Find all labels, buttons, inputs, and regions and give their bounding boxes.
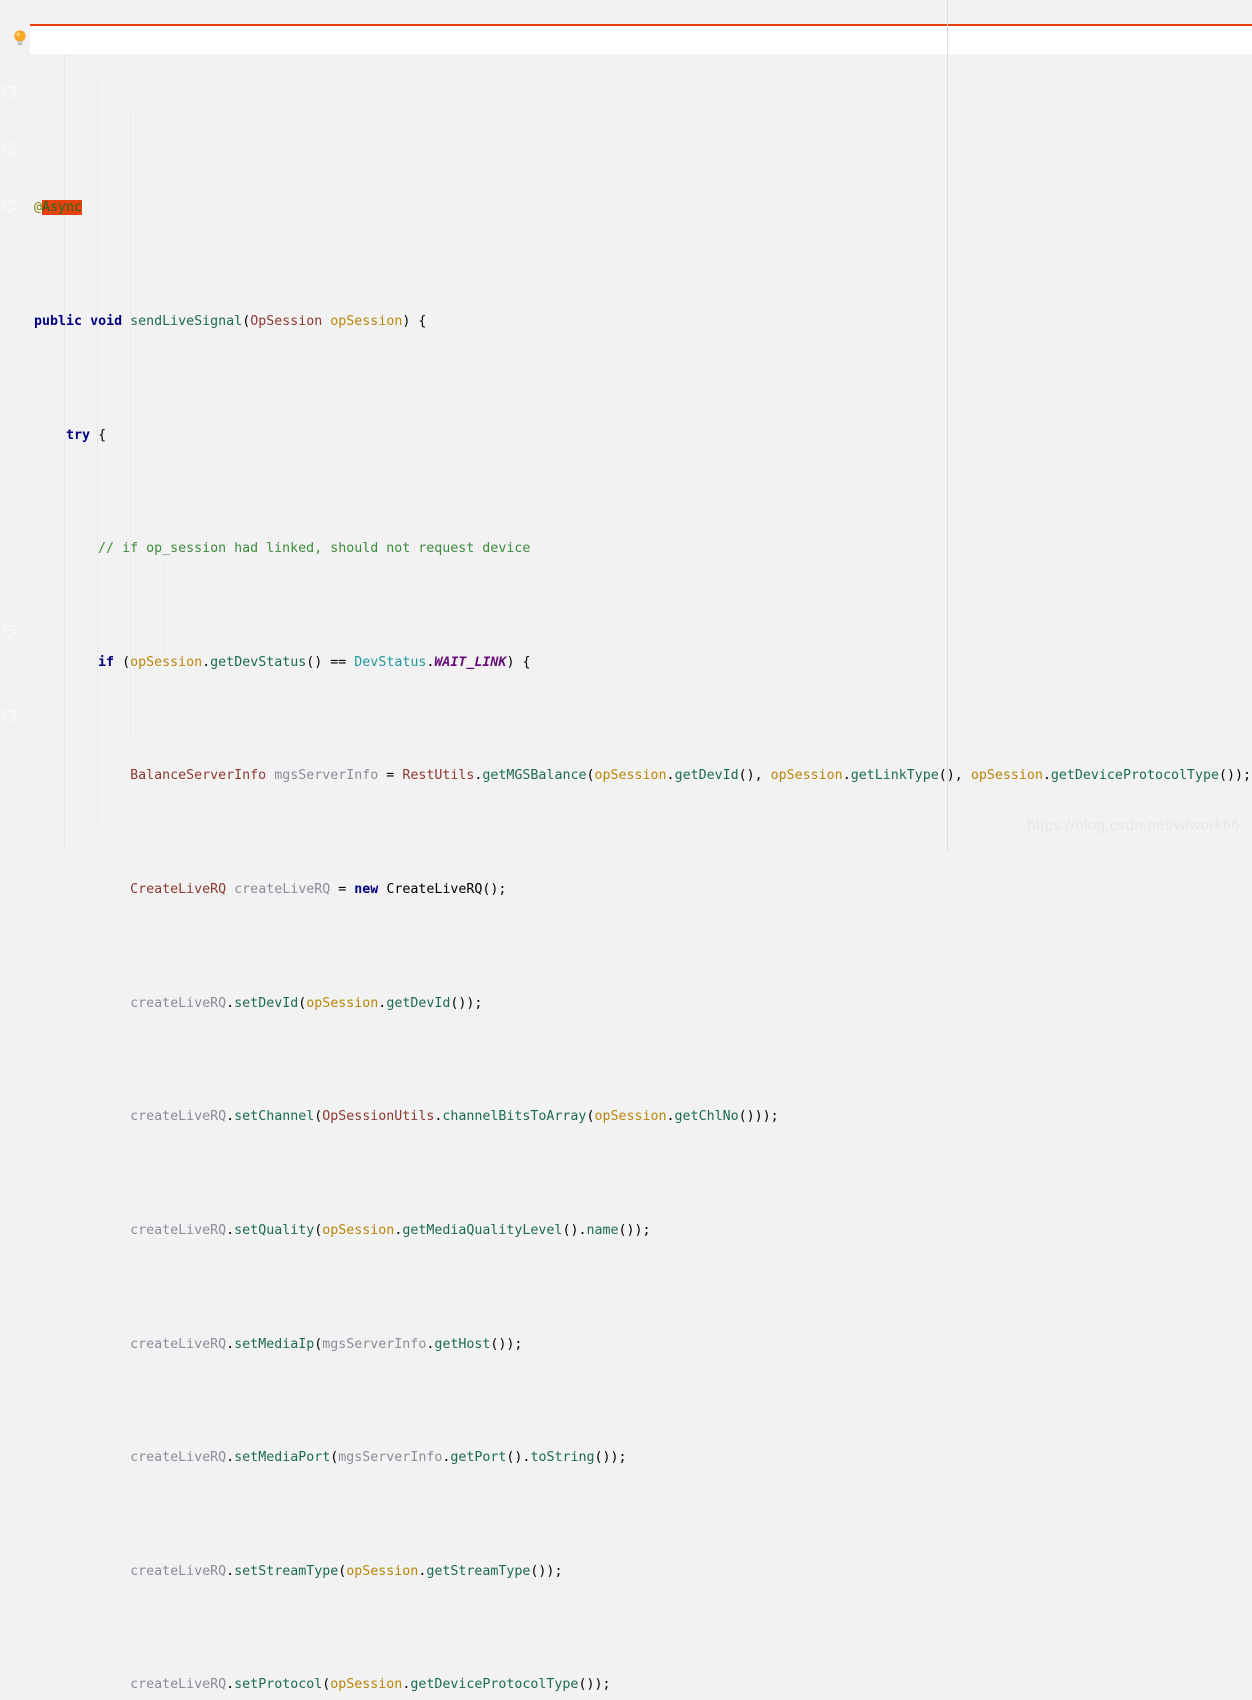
code-line[interactable]: createLiveRQ.setProtocol(opSession.getDe…	[0, 1671, 1252, 1699]
code-line[interactable]: @Async	[0, 194, 1252, 222]
annotation-name-selected[interactable]: Async	[42, 200, 83, 216]
code-line[interactable]: createLiveRQ.setMediaPort(mgsServerInfo.…	[0, 1444, 1252, 1472]
code-line[interactable]: public void sendLiveSignal(OpSession opS…	[0, 308, 1252, 336]
code-line[interactable]: createLiveRQ.setQuality(opSession.getMed…	[0, 1217, 1252, 1245]
annotation-at: @	[34, 200, 43, 216]
code-line[interactable]: try {	[0, 422, 1252, 450]
code-line[interactable]: createLiveRQ.setStreamType(opSession.get…	[0, 1558, 1252, 1586]
code-editor[interactable]: @Async public void sendLiveSignal(OpSess…	[0, 0, 1252, 1692]
watermark: https://blog.csdn.net/wlwork66	[1027, 816, 1240, 834]
code-line[interactable]: createLiveRQ.setMediaIp(mgsServerInfo.ge…	[0, 1331, 1252, 1359]
code-line[interactable]: CreateLiveRQ createLiveRQ = new CreateLi…	[0, 876, 1252, 904]
code-line[interactable]: createLiveRQ.setChannel(OpSessionUtils.c…	[0, 1103, 1252, 1131]
code-line[interactable]: createLiveRQ.setDevId(opSession.getDevId…	[0, 990, 1252, 1018]
code-content[interactable]: @Async public void sendLiveSignal(OpSess…	[0, 0, 1252, 1700]
code-line[interactable]: BalanceServerInfo mgsServerInfo = RestUt…	[0, 762, 1252, 790]
code-line[interactable]: // if op_session had linked, should not …	[0, 535, 1252, 563]
code-line[interactable]: if (opSession.getDevStatus() == DevStatu…	[0, 649, 1252, 677]
